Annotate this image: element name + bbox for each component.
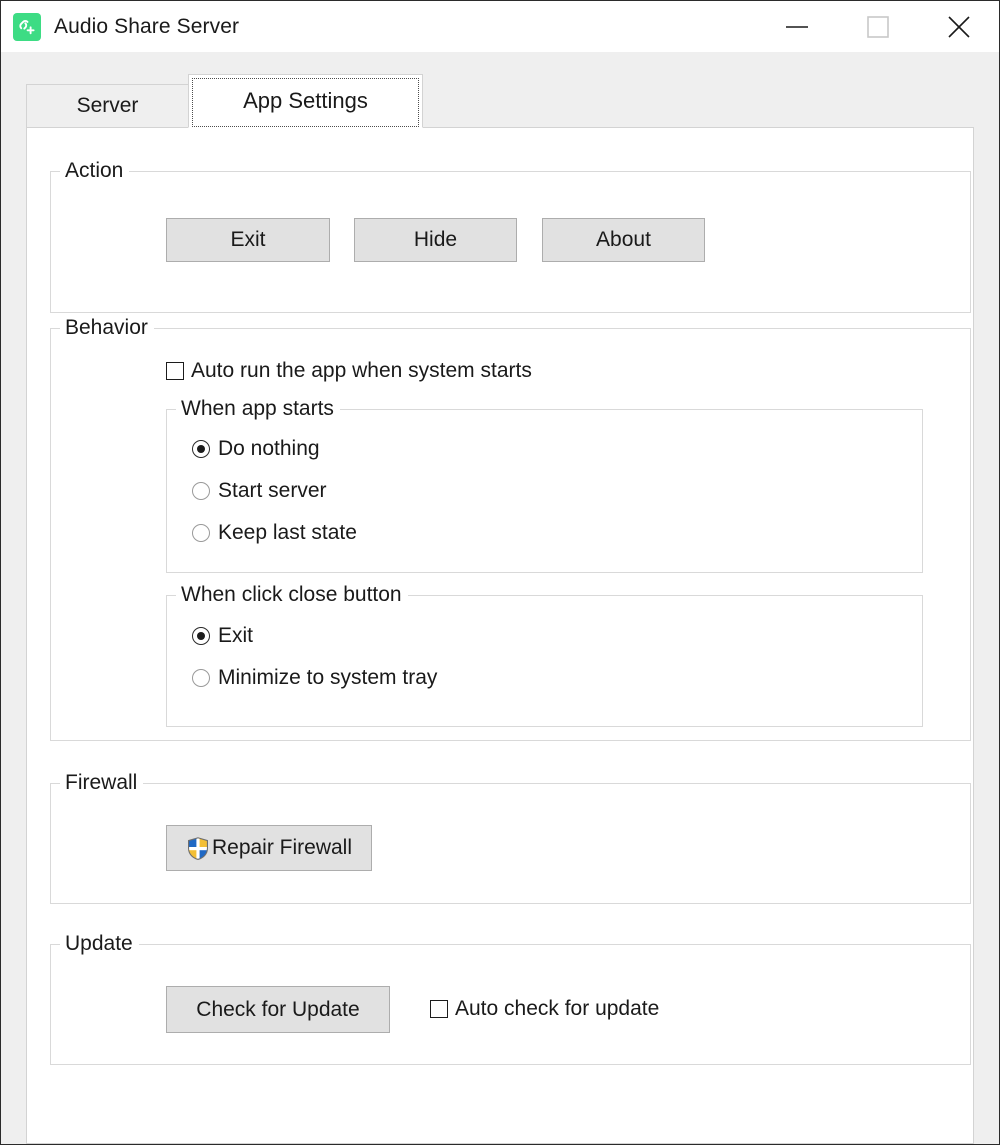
maximize-icon bbox=[866, 15, 889, 38]
radio-close-minimize[interactable]: Minimize to system tray bbox=[192, 666, 437, 690]
close-icon bbox=[947, 15, 970, 38]
radio-do-nothing-dot[interactable] bbox=[192, 440, 210, 458]
when-close-button-legend: When click close button bbox=[176, 583, 408, 607]
update-group: Update Check for Update Auto check for u… bbox=[50, 932, 971, 1065]
radio-close-exit-label: Exit bbox=[218, 624, 254, 647]
firewall-group: Firewall Repair Firewall bbox=[50, 771, 971, 904]
radio-close-minimize-dot[interactable] bbox=[192, 669, 210, 687]
behavior-group-legend: Behavior bbox=[60, 316, 154, 340]
radio-close-exit[interactable]: Exit bbox=[192, 624, 253, 648]
auto-run-checkbox[interactable] bbox=[166, 362, 184, 380]
check-for-update-label: Check for Update bbox=[196, 997, 360, 1021]
hide-button[interactable]: Hide bbox=[354, 218, 517, 262]
auto-run-label: Auto run the app when system starts bbox=[191, 359, 532, 382]
exit-button[interactable]: Exit bbox=[166, 218, 330, 262]
auto-check-update-checkbox[interactable] bbox=[430, 1000, 448, 1018]
app-window: Audio Share Server Server App Settings A… bbox=[0, 0, 1000, 1145]
action-group-legend: Action bbox=[60, 159, 130, 183]
when-close-button-group: When click close button Exit Minimize to… bbox=[166, 583, 923, 727]
radio-keep-last-state-dot[interactable] bbox=[192, 524, 210, 542]
when-app-starts-group: When app starts Do nothing Start server … bbox=[166, 397, 923, 573]
auto-run-checkbox-row[interactable]: Auto run the app when system starts bbox=[166, 359, 532, 383]
radio-start-server[interactable]: Start server bbox=[192, 479, 327, 503]
behavior-group: Behavior Auto run the app when system st… bbox=[50, 316, 971, 741]
exit-button-label: Exit bbox=[230, 228, 266, 251]
tab-server-label: Server bbox=[76, 94, 139, 117]
radio-start-server-dot[interactable] bbox=[192, 482, 210, 500]
tab-app-settings[interactable]: App Settings bbox=[188, 74, 423, 128]
check-for-update-button[interactable]: Check for Update bbox=[166, 986, 390, 1033]
repair-firewall-button[interactable]: Repair Firewall bbox=[166, 825, 372, 871]
app-settings-panel: Action Exit Hide About Behavior Auto run… bbox=[26, 127, 974, 1144]
radio-do-nothing[interactable]: Do nothing bbox=[192, 437, 320, 461]
uac-shield-icon bbox=[186, 836, 210, 861]
radio-keep-last-state-label: Keep last state bbox=[218, 521, 357, 544]
radio-close-exit-dot[interactable] bbox=[192, 627, 210, 645]
window-controls bbox=[756, 1, 999, 52]
minimize-icon bbox=[785, 25, 808, 28]
minimize-button[interactable] bbox=[756, 1, 837, 52]
firewall-group-legend: Firewall bbox=[60, 771, 144, 795]
close-button[interactable] bbox=[918, 1, 999, 52]
about-button-label: About bbox=[596, 228, 651, 251]
title-bar[interactable]: Audio Share Server bbox=[1, 1, 999, 52]
radio-close-minimize-label: Minimize to system tray bbox=[218, 666, 438, 689]
about-button[interactable]: About bbox=[542, 218, 705, 262]
tab-app-settings-label: App Settings bbox=[243, 88, 368, 113]
action-group: Action Exit Hide About bbox=[50, 159, 971, 313]
radio-start-server-label: Start server bbox=[218, 479, 327, 502]
window-title: Audio Share Server bbox=[54, 14, 240, 38]
repair-firewall-label: Repair Firewall bbox=[211, 836, 353, 859]
maximize-button[interactable] bbox=[837, 1, 918, 52]
when-app-starts-legend: When app starts bbox=[176, 397, 340, 421]
update-group-legend: Update bbox=[60, 932, 139, 956]
tab-bar: Server App Settings bbox=[26, 74, 999, 128]
link-plus-icon bbox=[13, 12, 41, 41]
tab-server[interactable]: Server bbox=[26, 84, 189, 128]
hide-button-label: Hide bbox=[413, 228, 458, 251]
radio-keep-last-state[interactable]: Keep last state bbox=[192, 521, 357, 545]
radio-do-nothing-label: Do nothing bbox=[218, 437, 320, 460]
auto-check-update-row[interactable]: Auto check for update bbox=[430, 997, 659, 1021]
auto-check-update-label: Auto check for update bbox=[455, 997, 660, 1020]
